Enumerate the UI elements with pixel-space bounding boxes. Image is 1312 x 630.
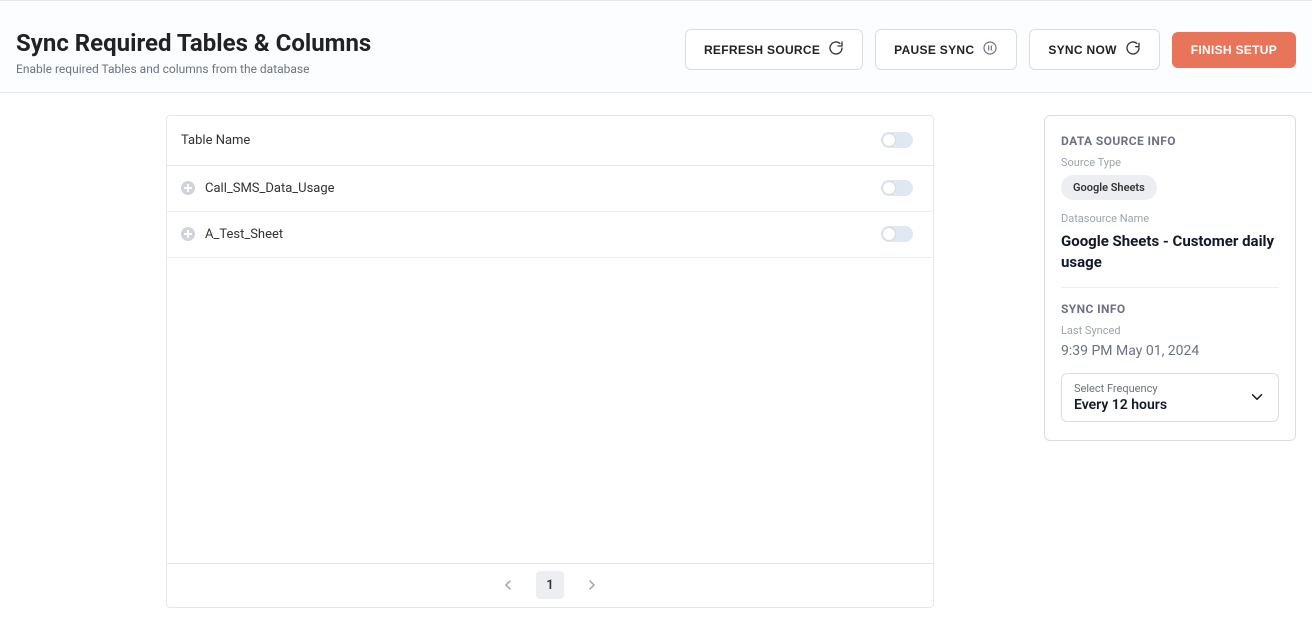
frequency-label: Select Frequency [1074, 382, 1167, 395]
sync-now-label: SYNC NOW [1048, 43, 1116, 57]
info-heading: DATA SOURCE INFO [1061, 134, 1279, 148]
info-panel: DATA SOURCE INFO Source Type Google Shee… [1044, 115, 1296, 441]
frequency-select[interactable]: Select Frequency Every 12 hours [1061, 373, 1279, 422]
source-type-chip: Google Sheets [1061, 175, 1157, 200]
page-header: Sync Required Tables & Columns Enable re… [0, 0, 1312, 93]
last-synced-value: 9:39 PM May 01, 2024 [1061, 343, 1279, 359]
table-empty-area [167, 258, 933, 563]
table-row: Call_SMS_Data_Usage [167, 166, 933, 212]
pause-sync-label: PAUSE SYNC [894, 43, 974, 57]
table-header-label: Table Name [181, 133, 250, 148]
datasource-name-value: Google Sheets - Customer daily usage [1061, 231, 1279, 273]
pause-icon [982, 40, 998, 59]
sync-now-button[interactable]: SYNC NOW [1029, 29, 1159, 70]
next-page-button[interactable] [580, 573, 604, 597]
table-name-cell: Call_SMS_Data_Usage [205, 181, 335, 196]
expand-row-icon[interactable] [181, 227, 195, 241]
expand-row-icon[interactable] [181, 181, 195, 195]
table-name-cell: A_Test_Sheet [205, 227, 283, 242]
row-toggle[interactable] [881, 180, 913, 196]
refresh-source-button[interactable]: REFRESH SOURCE [685, 29, 863, 70]
sync-icon [1125, 40, 1141, 59]
page-number[interactable]: 1 [536, 571, 564, 599]
tables-panel: Table Name Call_SMS_Data_Usage A_Test_Sh… [166, 115, 934, 608]
row-toggle[interactable] [881, 226, 913, 242]
datasource-name-label: Datasource Name [1061, 212, 1279, 225]
page-body: Table Name Call_SMS_Data_Usage A_Test_Sh… [0, 93, 1312, 630]
chevron-down-icon [1248, 388, 1266, 406]
frequency-value: Every 12 hours [1074, 397, 1167, 413]
pagination: 1 [167, 563, 933, 607]
pause-sync-button[interactable]: PAUSE SYNC [875, 29, 1017, 70]
page-title: Sync Required Tables & Columns [16, 29, 371, 58]
table-row: A_Test_Sheet [167, 212, 933, 258]
finish-setup-button[interactable]: FINISH SETUP [1172, 32, 1296, 68]
sync-info-heading: SYNC INFO [1061, 302, 1279, 316]
source-type-label: Source Type [1061, 156, 1279, 169]
header-actions: REFRESH SOURCE PAUSE SYNC SYNC NOW FINIS… [685, 29, 1296, 70]
last-synced-label: Last Synced [1061, 324, 1279, 337]
table-header-row: Table Name [167, 116, 933, 166]
refresh-source-label: REFRESH SOURCE [704, 43, 820, 57]
divider [1061, 287, 1279, 288]
toggle-all[interactable] [881, 132, 913, 148]
prev-page-button[interactable] [496, 573, 520, 597]
finish-setup-label: FINISH SETUP [1191, 43, 1277, 57]
page-subtitle: Enable required Tables and columns from … [16, 62, 371, 76]
refresh-icon [828, 40, 844, 59]
